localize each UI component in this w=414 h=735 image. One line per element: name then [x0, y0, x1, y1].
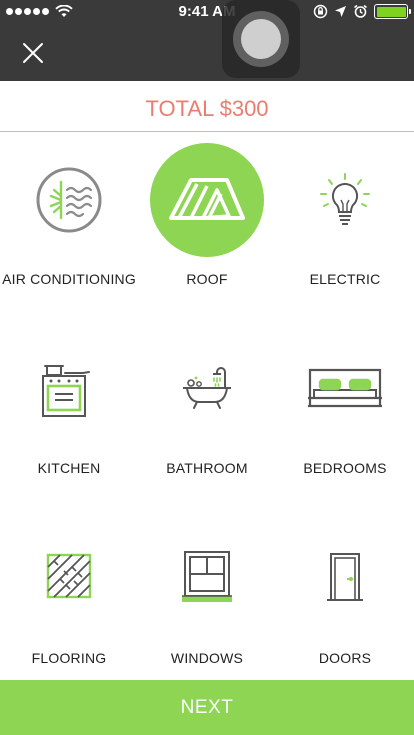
total-label: TOTAL $300 [145, 96, 269, 121]
category-label: WINDOWS [170, 650, 244, 666]
category-label: BATHROOM [166, 460, 248, 476]
category-label: DOORS [318, 650, 372, 666]
category-label: ELECTRIC [309, 271, 381, 287]
category-electric[interactable]: ELECTRIC [276, 132, 414, 312]
location-icon [335, 6, 346, 17]
category-bedrooms[interactable]: BEDROOMS [276, 312, 414, 502]
category-label: BEDROOMS [303, 460, 387, 476]
category-kitchen[interactable]: KITCHEN [0, 312, 138, 502]
close-button[interactable] [18, 38, 48, 68]
category-label: ROOF [186, 271, 228, 287]
top-nav [0, 24, 414, 81]
category-bathroom[interactable]: BATHROOM [138, 312, 276, 502]
category-label: KITCHEN [37, 460, 101, 476]
category-label: FLOORING [31, 650, 107, 666]
assistive-touch-button[interactable] [222, 0, 300, 78]
bed-icon [308, 368, 382, 408]
lightbulb-icon [320, 173, 370, 225]
category-roof[interactable]: ROOF [138, 132, 276, 312]
category-label: AIR CONDITIONING [2, 271, 136, 287]
bathtub-icon [183, 367, 231, 409]
category-flooring[interactable]: FLOORING [0, 502, 138, 680]
next-button[interactable]: NEXT [0, 680, 414, 735]
status-right [313, 4, 411, 19]
window-icon [182, 551, 232, 602]
battery-icon [374, 4, 411, 19]
category-windows[interactable]: WINDOWS [138, 502, 276, 680]
air-conditioning-icon [36, 167, 102, 233]
roof-icon [150, 143, 264, 257]
rotation-lock-icon [313, 4, 328, 19]
category-air-conditioning[interactable]: AIR CONDITIONING [0, 132, 138, 312]
close-icon [23, 43, 43, 63]
stove-icon [42, 365, 90, 417]
category-doors[interactable]: DOORS [276, 502, 414, 680]
alarm-icon [354, 4, 367, 18]
flooring-icon [46, 553, 92, 599]
status-bar: 9:41 AM [0, 0, 414, 24]
door-icon [327, 553, 363, 601]
